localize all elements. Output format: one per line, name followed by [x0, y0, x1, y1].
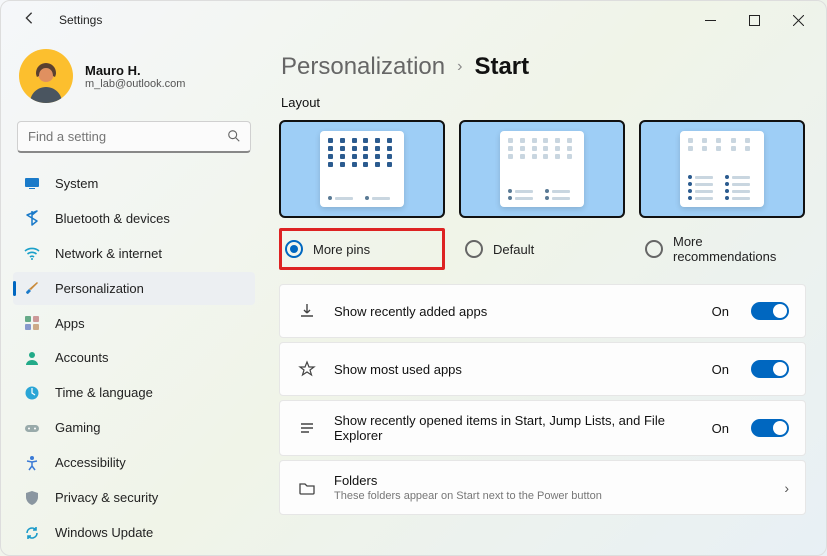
content: Personalization › Start Layout: [261, 39, 826, 555]
setting-recent-apps[interactable]: Show recently added apps On: [279, 284, 806, 338]
preview-more-recs[interactable]: [639, 120, 805, 218]
radio-icon: [465, 240, 483, 258]
radio-icon: [285, 240, 303, 258]
radio-default[interactable]: Default: [459, 228, 625, 270]
radio-label: Default: [493, 242, 534, 257]
setting-title: Show recently added apps: [334, 304, 696, 319]
nav-label: Accessibility: [55, 455, 126, 470]
nav-label: System: [55, 176, 98, 191]
gamepad-icon: [23, 419, 41, 437]
preview-more-pins[interactable]: [279, 120, 445, 218]
wifi-icon: [23, 244, 41, 262]
maximize-button[interactable]: [732, 5, 776, 35]
section-label: Layout: [281, 95, 806, 110]
back-button[interactable]: [17, 11, 41, 30]
radio-more-recs[interactable]: More recommendations: [639, 228, 805, 270]
breadcrumb-parent[interactable]: Personalization: [281, 53, 445, 81]
folder-icon: [296, 479, 318, 497]
nav-accounts[interactable]: Accounts: [13, 342, 255, 375]
setting-title: Folders: [334, 473, 768, 488]
chevron-right-icon: ›: [457, 58, 462, 76]
setting-folders[interactable]: Folders These folders appear on Start ne…: [279, 460, 806, 515]
globe-clock-icon: [23, 384, 41, 402]
avatar: [19, 49, 73, 103]
breadcrumb-current: Start: [474, 53, 529, 81]
nav-label: Personalization: [55, 281, 144, 296]
titlebar: Settings: [1, 1, 826, 39]
nav-label: Bluetooth & devices: [55, 211, 170, 226]
breadcrumb: Personalization › Start: [281, 53, 806, 81]
setting-subtitle: These folders appear on Start next to th…: [334, 490, 768, 502]
preview-default[interactable]: [459, 120, 625, 218]
nav-label: Apps: [55, 316, 85, 331]
layout-previews: [279, 120, 806, 218]
paintbrush-icon: [23, 279, 41, 297]
nav-privacy[interactable]: Privacy & security: [13, 481, 255, 514]
nav-gaming[interactable]: Gaming: [13, 411, 255, 444]
list-icon: [296, 419, 318, 437]
toggle-switch[interactable]: [751, 419, 789, 437]
nav-bluetooth[interactable]: Bluetooth & devices: [13, 202, 255, 235]
toggle-switch[interactable]: [751, 302, 789, 320]
search-field[interactable]: [17, 121, 251, 153]
radio-label: More recommendations: [673, 234, 799, 264]
bluetooth-icon: [23, 209, 41, 227]
nav-label: Privacy & security: [55, 490, 158, 505]
download-icon: [296, 302, 318, 320]
setting-title: Show recently opened items in Start, Jum…: [334, 413, 696, 443]
nav-update[interactable]: Windows Update: [13, 516, 255, 549]
person-icon: [23, 349, 41, 367]
update-icon: [23, 524, 41, 542]
radio-label: More pins: [313, 242, 370, 257]
setting-recent-items[interactable]: Show recently opened items in Start, Jum…: [279, 400, 806, 456]
nav-label: Accounts: [55, 350, 108, 365]
nav: System Bluetooth & devices Network & int…: [13, 167, 255, 549]
layout-options: More pins Default More recommendations: [279, 228, 806, 270]
chevron-right-icon: ›: [784, 480, 789, 496]
nav-apps[interactable]: Apps: [13, 307, 255, 340]
user-name: Mauro H.: [85, 63, 185, 78]
setting-title: Show most used apps: [334, 362, 696, 377]
toggle-switch[interactable]: [751, 360, 789, 378]
nav-personalization[interactable]: Personalization: [13, 272, 255, 305]
nav-label: Gaming: [55, 420, 101, 435]
search-input[interactable]: [17, 121, 251, 153]
sidebar: Mauro H. m_lab@outlook.com System Blueto…: [1, 39, 261, 555]
star-icon: [296, 360, 318, 378]
radio-more-pins[interactable]: More pins: [279, 228, 445, 270]
apps-icon: [23, 314, 41, 332]
search-icon: [227, 129, 241, 146]
minimize-button[interactable]: [688, 5, 732, 35]
toggle-state: On: [712, 421, 729, 436]
toggle-state: On: [712, 304, 729, 319]
profile[interactable]: Mauro H. m_lab@outlook.com: [13, 47, 255, 117]
window-title: Settings: [59, 13, 102, 27]
nav-accessibility[interactable]: Accessibility: [13, 446, 255, 479]
nav-label: Network & internet: [55, 246, 162, 261]
nav-system[interactable]: System: [13, 167, 255, 200]
shield-icon: [23, 489, 41, 507]
nav-label: Time & language: [55, 385, 153, 400]
user-email: m_lab@outlook.com: [85, 78, 185, 90]
setting-most-used[interactable]: Show most used apps On: [279, 342, 806, 396]
toggle-state: On: [712, 362, 729, 377]
nav-time[interactable]: Time & language: [13, 376, 255, 409]
close-button[interactable]: [776, 5, 820, 35]
radio-icon: [645, 240, 663, 258]
accessibility-icon: [23, 454, 41, 472]
nav-label: Windows Update: [55, 525, 153, 540]
system-icon: [23, 174, 41, 192]
nav-network[interactable]: Network & internet: [13, 237, 255, 270]
